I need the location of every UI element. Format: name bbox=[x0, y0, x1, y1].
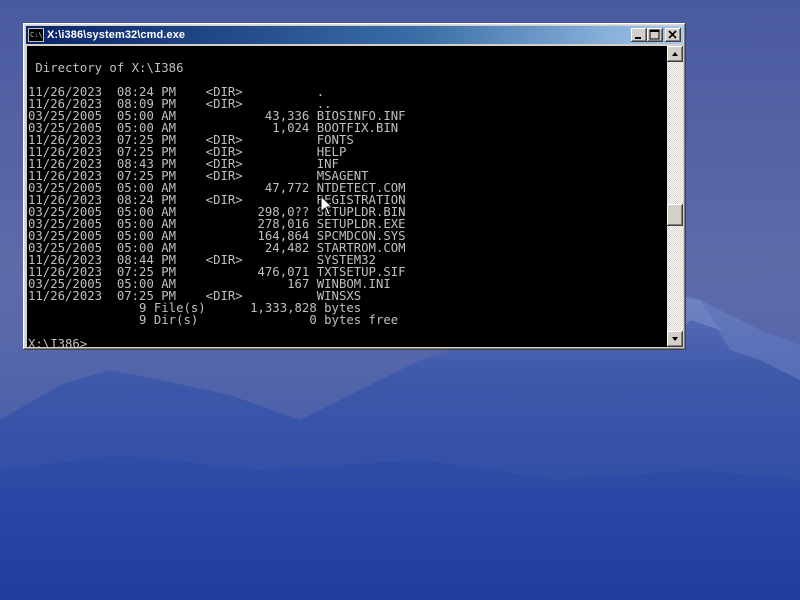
cmd-icon[interactable]: C:\ bbox=[28, 28, 44, 42]
console-line: Directory of X:\I386 bbox=[28, 61, 184, 75]
cmd-window[interactable]: C:\ X:\i386\system32\cmd.exe Directory o… bbox=[23, 23, 686, 350]
close-button[interactable] bbox=[665, 28, 681, 42]
minimize-button[interactable] bbox=[631, 28, 647, 42]
arrow-up-icon bbox=[672, 52, 678, 56]
title-bar[interactable]: C:\ X:\i386\system32\cmd.exe bbox=[26, 26, 683, 44]
console-line: X:\I386> bbox=[28, 337, 88, 347]
maximize-icon bbox=[649, 29, 660, 40]
console-output[interactable]: Directory of X:\I386 11/26/2023 08:24 PM … bbox=[27, 46, 667, 347]
close-icon bbox=[668, 30, 677, 39]
scroll-down-button[interactable] bbox=[667, 331, 683, 347]
scroll-up-button[interactable] bbox=[667, 46, 683, 62]
maximize-button[interactable] bbox=[647, 28, 663, 42]
window-title: X:\i386\system32\cmd.exe bbox=[47, 29, 186, 41]
vertical-scrollbar[interactable] bbox=[667, 46, 683, 347]
mouse-pointer-icon bbox=[320, 195, 334, 216]
console-text: Directory of X:\I386 11/26/2023 08:24 PM … bbox=[28, 50, 406, 347]
console-line: 9 Dir(s) 0 bytes free bbox=[28, 313, 399, 327]
scroll-thumb[interactable] bbox=[667, 204, 683, 226]
arrow-down-icon bbox=[672, 337, 678, 341]
minimize-icon bbox=[635, 37, 641, 39]
title-bar-buttons bbox=[631, 28, 681, 42]
